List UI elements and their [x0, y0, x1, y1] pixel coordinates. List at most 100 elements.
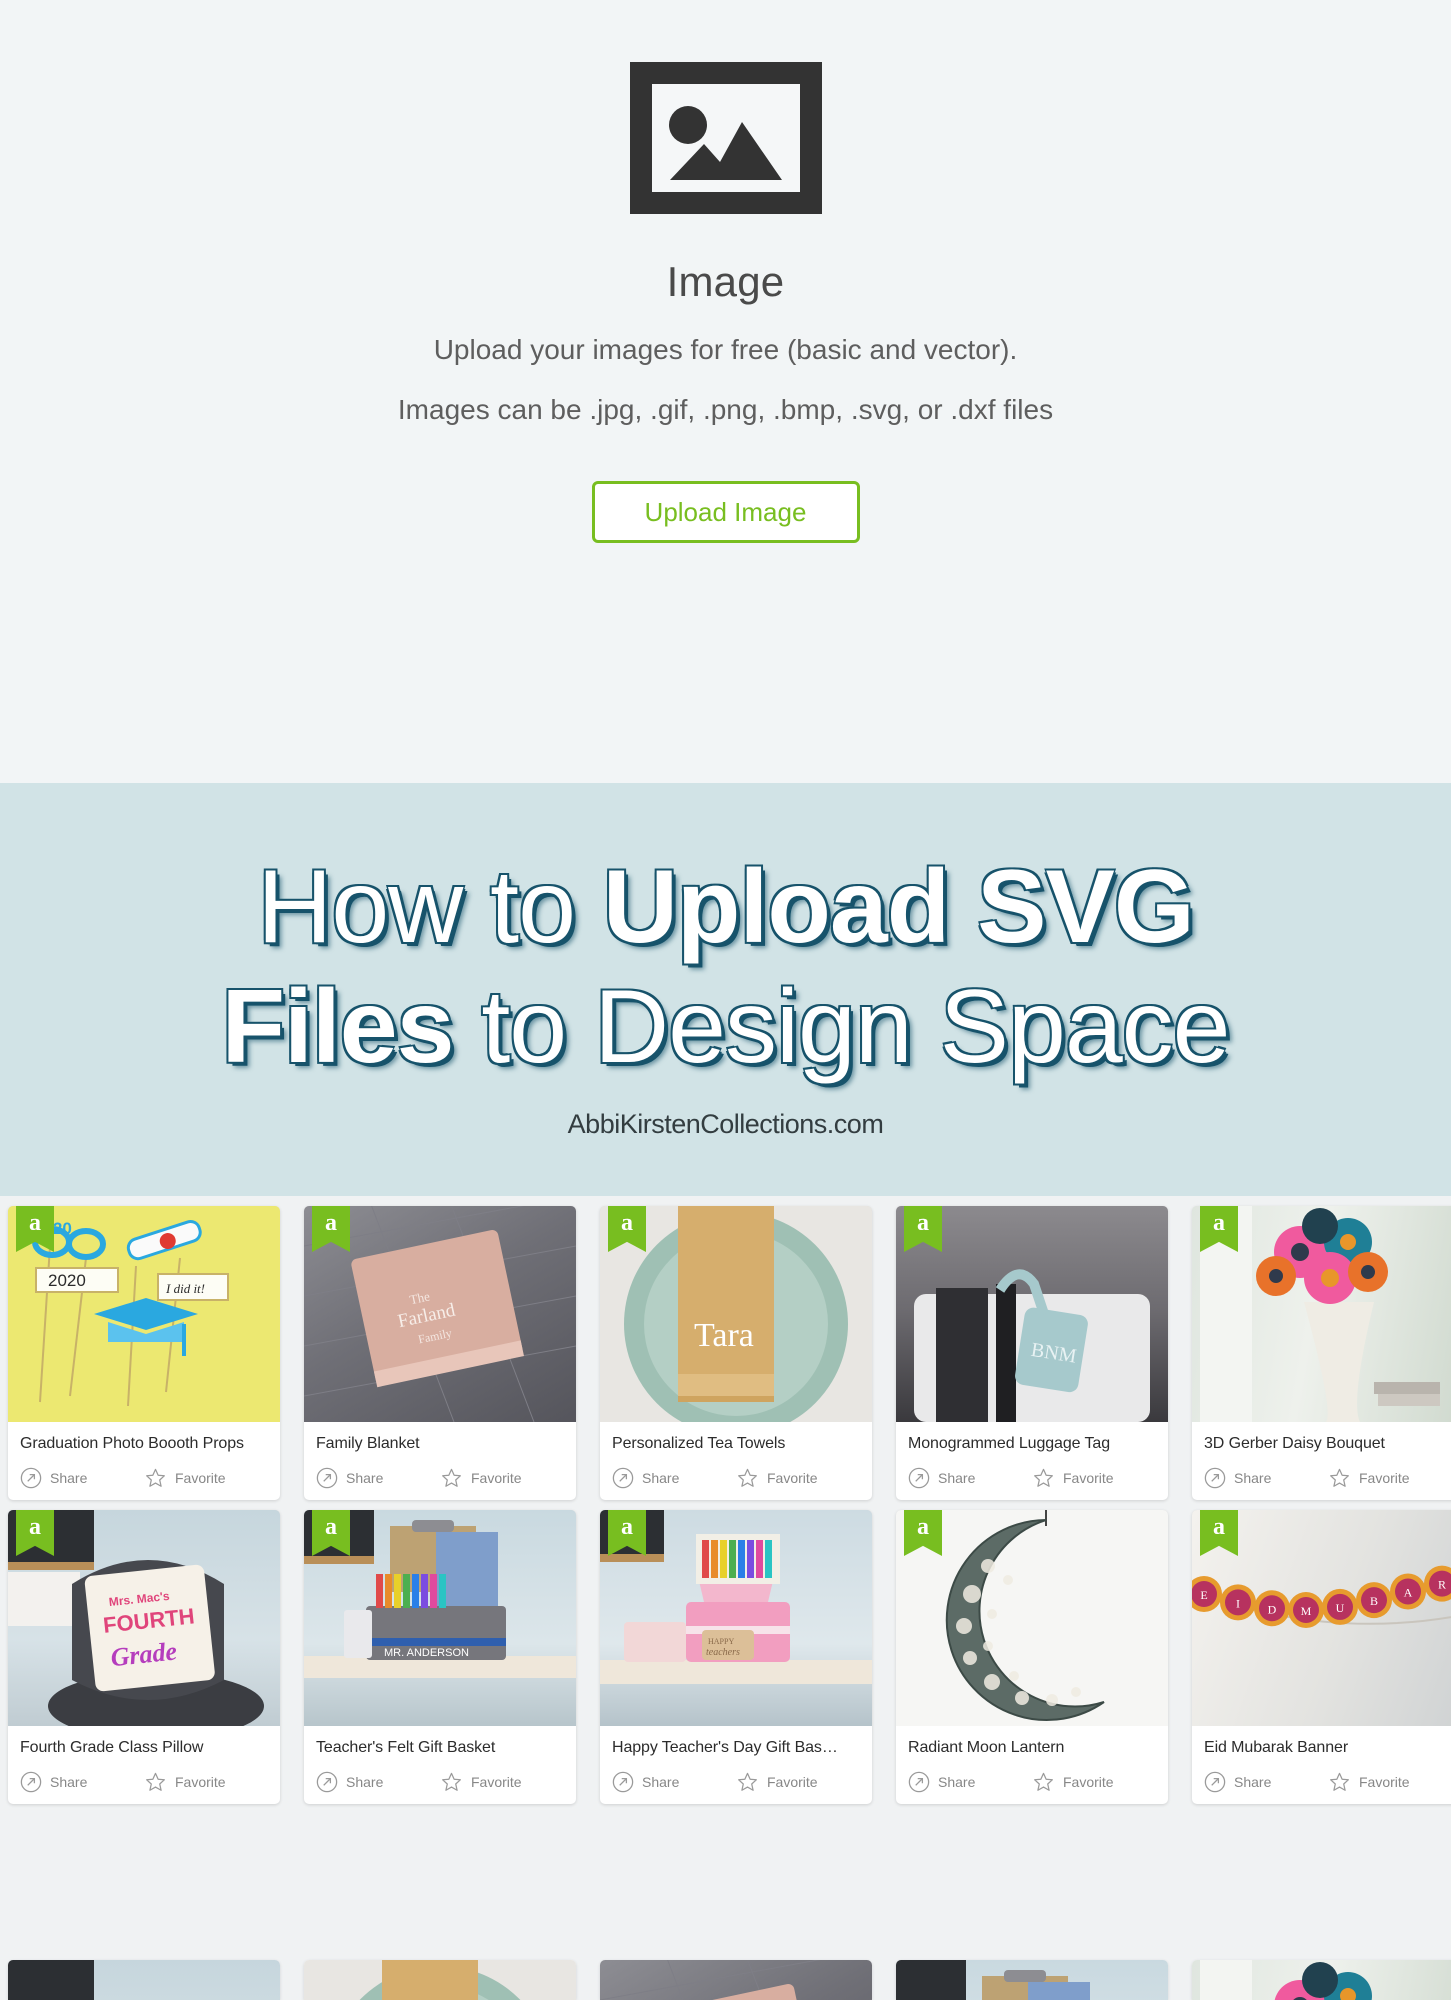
project-thumbnail[interactable]: Tara a — [600, 1206, 872, 1422]
svg-text:E: E — [1200, 1588, 1207, 1602]
project-thumbnail[interactable]: BNM a — [896, 1206, 1168, 1422]
share-action[interactable]: Share — [1204, 1467, 1328, 1489]
project-card[interactable]: HAPPY teachers a Happy Teacher's Day Gif… — [600, 1510, 872, 1804]
favorite-label: Favorite — [1063, 1774, 1114, 1790]
favorite-action[interactable]: Favorite — [736, 1467, 818, 1489]
star-outline-icon — [1034, 1468, 1053, 1487]
project-title: Graduation Photo Boooth Props — [20, 1435, 244, 1452]
share-action[interactable]: Share — [908, 1771, 1032, 1793]
svg-text:A: A — [1404, 1585, 1413, 1599]
project-thumbnail[interactable]: a — [1192, 1206, 1451, 1422]
favorite-label: Favorite — [471, 1774, 522, 1790]
share-label: Share — [938, 1774, 976, 1790]
favorite-action[interactable]: Favorite — [1328, 1467, 1410, 1489]
share-action[interactable]: Share — [20, 1771, 144, 1793]
project-thumbnail[interactable]: HAPPY teachers a — [600, 1510, 872, 1726]
favorite-action[interactable]: Favorite — [1328, 1771, 1410, 1793]
share-arrow-icon — [612, 1467, 634, 1489]
favorite-action[interactable]: Favorite — [144, 1771, 226, 1793]
svg-text:I: I — [1236, 1596, 1240, 1610]
project-thumbnail[interactable]: Mrs. Mac's FOURTH Grade a — [8, 1510, 280, 1726]
star-outline-icon — [442, 1468, 461, 1487]
project-title: Eid Mubarak Banner — [1204, 1739, 1349, 1756]
favorite-action[interactable]: Favorite — [1032, 1467, 1114, 1489]
share-label: Share — [50, 1774, 88, 1790]
favorite-label: Favorite — [767, 1774, 818, 1790]
share-arrow-icon — [316, 1771, 338, 1793]
upload-cta-row: Upload Image — [0, 452, 1451, 1010]
project-title: Family Blanket — [316, 1435, 420, 1452]
page-root: Image Upload your images for free (basic… — [0, 0, 1451, 2000]
project-card-actions: Share Favorite — [612, 1467, 860, 1489]
share-action[interactable]: Share — [612, 1467, 736, 1489]
project-card-grid: 2020 2020 I did it! a Graduation Photo B… — [0, 1196, 1451, 1804]
project-card[interactable]: Mrs. Mac's FOURTH Grade a Fourth Grade C… — [8, 1510, 280, 1804]
share-action[interactable]: Share — [20, 1467, 144, 1489]
share-action[interactable]: Share — [316, 1771, 440, 1793]
share-label: Share — [1234, 1774, 1272, 1790]
favorite-action[interactable]: Favorite — [440, 1771, 522, 1793]
share-arrow-icon — [1204, 1771, 1226, 1793]
project-card[interactable]: 2020 2020 I did it! a Graduation Photo B… — [8, 1206, 280, 1500]
project-card[interactable]: MR. ANDERSON a Teacher's Felt Gift Baske… — [304, 1510, 576, 1804]
svg-text:M: M — [1301, 1604, 1312, 1618]
project-card[interactable]: EIDMUBAR a Eid Mubarak Banner Share Favo… — [1192, 1510, 1451, 1804]
project-title: Happy Teacher's Day Gift Bas… — [612, 1739, 838, 1756]
headline-bold-1: Upload SVG — [602, 849, 1195, 965]
upload-image-button[interactable]: Upload Image — [591, 481, 860, 543]
project-card[interactable]: a 3D Gerber Daisy Bouquet Share Favorite — [1192, 1206, 1451, 1500]
project-card[interactable]: Tara a Personalized Tea Towels Share Fav… — [600, 1206, 872, 1500]
project-card-grid-area: 2020 2020 I did it! a Graduation Photo B… — [0, 1196, 1451, 2000]
favorite-action[interactable]: Favorite — [736, 1771, 818, 1793]
favorite-action[interactable]: Favorite — [144, 1467, 226, 1489]
project-card-body: Fourth Grade Class Pillow Share Favorite — [8, 1726, 280, 1804]
project-card-body: Eid Mubarak Banner Share Favorite — [1192, 1726, 1451, 1804]
banner-site-credit: AbbiKirstenCollections.com — [567, 1109, 884, 1139]
project-thumbnail[interactable]: The Farland Family a — [304, 1206, 576, 1422]
project-title: Fourth Grade Class Pillow — [20, 1739, 204, 1756]
project-title: Monogrammed Luggage Tag — [908, 1435, 1110, 1452]
share-label: Share — [1234, 1470, 1272, 1486]
project-thumbnail[interactable]: EIDMUBAR a — [1192, 1510, 1451, 1726]
star-outline-icon — [1034, 1772, 1053, 1791]
share-label: Share — [50, 1470, 88, 1486]
svg-text:HAPPY: HAPPY — [708, 1637, 734, 1646]
star-outline-icon — [738, 1468, 757, 1487]
star-outline-icon — [146, 1772, 165, 1791]
project-card-actions: Share Favorite — [612, 1771, 860, 1793]
favorite-label: Favorite — [175, 1470, 226, 1486]
project-title: Personalized Tea Towels — [612, 1435, 786, 1452]
favorite-action[interactable]: Favorite — [1032, 1771, 1114, 1793]
share-arrow-icon — [612, 1771, 634, 1793]
project-card[interactable]: BNM a Monogrammed Luggage Tag Share Favo… — [896, 1206, 1168, 1500]
project-card-partial[interactable]: The Farland Family — [600, 1960, 872, 2000]
project-card[interactable]: The Farland Family a Family Blanket Shar… — [304, 1206, 576, 1500]
banner-headline-line-1: How to Upload SVG — [0, 851, 1451, 963]
project-card[interactable]: a Radiant Moon Lantern Share Favorite — [896, 1510, 1168, 1804]
share-action[interactable]: Share — [612, 1771, 736, 1793]
svg-text:B: B — [1370, 1594, 1378, 1608]
svg-text:2020: 2020 — [48, 1271, 86, 1290]
panel-subtitle-1: Upload your images for free (basic and v… — [433, 334, 1018, 365]
project-card-partial[interactable]: Tara — [304, 1960, 576, 2000]
project-card-partial[interactable]: Mrs. Mac's FOURTH Grade — [8, 1960, 280, 2000]
project-thumbnail[interactable]: 2020 2020 I did it! a — [8, 1206, 280, 1422]
share-arrow-icon — [316, 1467, 338, 1489]
project-card-partial[interactable]: MR. ANDERSON — [896, 1960, 1168, 2000]
project-thumbnail[interactable]: a — [896, 1510, 1168, 1726]
image-placeholder-icon — [629, 62, 822, 214]
project-card-body: Radiant Moon Lantern Share Favorite — [896, 1726, 1168, 1804]
share-action[interactable]: Share — [316, 1467, 440, 1489]
favorite-label: Favorite — [1063, 1470, 1114, 1486]
project-card-partial[interactable] — [1192, 1960, 1451, 2000]
project-card-actions: Share Favorite — [908, 1467, 1156, 1489]
favorite-action[interactable]: Favorite — [440, 1467, 522, 1489]
project-title: Teacher's Felt Gift Basket — [316, 1739, 496, 1756]
image-upload-panel: Image Upload your images for free (basic… — [0, 0, 1451, 1010]
project-card-body: 3D Gerber Daisy Bouquet Share Favorite — [1192, 1422, 1451, 1500]
share-action[interactable]: Share — [1204, 1771, 1328, 1793]
project-thumbnail[interactable]: MR. ANDERSON a — [304, 1510, 576, 1726]
project-card-body: Happy Teacher's Day Gift Bas… Share Favo… — [600, 1726, 872, 1804]
share-action[interactable]: Share — [908, 1467, 1032, 1489]
star-outline-icon — [1330, 1772, 1349, 1791]
